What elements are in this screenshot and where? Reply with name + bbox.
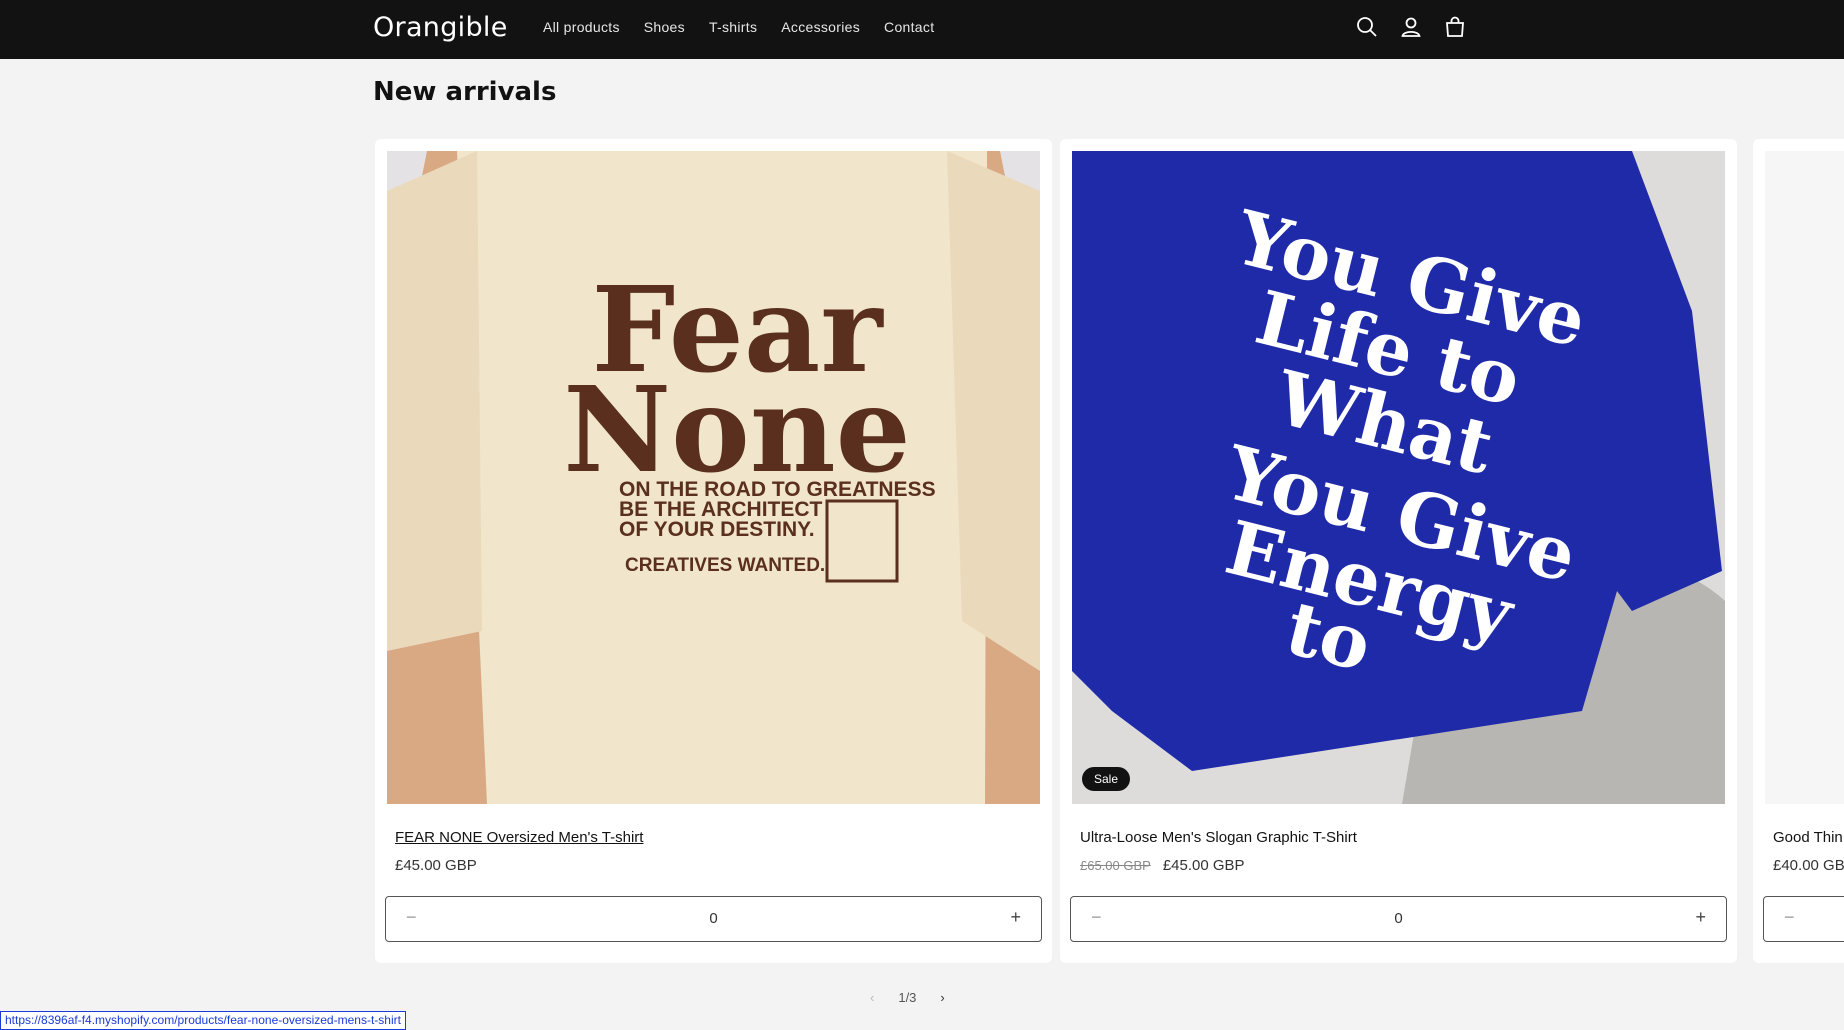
carousel-page-counter: 1/3 [898,990,917,1005]
quantity-stepper[interactable]: − 0 + [1070,896,1727,942]
product-title-link[interactable]: Good Thin [1773,829,1843,846]
product-card-1[interactable]: Fear None ON THE ROAD TO GREATNESS BE TH… [375,139,1052,963]
sale-badge: Sale [1082,767,1131,791]
quantity-increase-button[interactable]: + [1010,907,1021,928]
nav-all-products[interactable]: All products [543,19,620,35]
quantity-stepper[interactable]: − [1763,896,1844,942]
product-price: £65.00 GBP £45.00 GBP [1080,857,1245,874]
search-icon[interactable] [1355,15,1379,39]
section-title: New arrivals [373,77,557,107]
product-price-original: £65.00 GBP [1080,858,1151,873]
chevron-left-icon[interactable]: ‹ [870,990,874,1005]
carousel-pager: ‹ 1/3 › [870,990,945,1005]
nav-contact[interactable]: Contact [884,19,934,35]
quantity-increase-button[interactable]: + [1695,907,1706,928]
product-title-link[interactable]: Ultra-Loose Men's Slogan Graphic T-Shirt [1080,829,1357,846]
product-image-slogan-tee[interactable]: You Give Life to What You Give Energy to… [1072,151,1725,804]
header-icons [1355,15,1467,39]
quantity-value[interactable]: 0 [386,910,1041,927]
product-price: £45.00 GBP [395,857,477,874]
main-nav: All products Shoes T-shirts Accessories … [543,19,934,35]
account-icon[interactable] [1399,15,1423,39]
store-logo[interactable]: Orangible [373,12,508,43]
nav-t-shirts[interactable]: T-shirts [709,19,757,35]
nav-accessories[interactable]: Accessories [781,19,860,35]
product-card-2[interactable]: You Give Life to What You Give Energy to… [1060,139,1737,963]
product-price: £40.00 GB [1773,857,1844,874]
image-text-line-3: OF YOUR DESTINY. [619,518,815,541]
quantity-value[interactable]: 0 [1071,910,1726,927]
product-price-sale: £45.00 GBP [1162,857,1245,874]
product-price-current: £45.00 GBP [395,857,477,874]
quantity-decrease-button[interactable]: − [1784,907,1795,928]
product-price-current: £40.00 GB [1773,857,1844,874]
product-image-fear-none[interactable]: Fear None ON THE ROAD TO GREATNESS BE TH… [387,151,1040,804]
product-image-partial[interactable] [1765,151,1844,804]
chevron-right-icon[interactable]: › [940,990,944,1005]
site-header: Orangible All products Shoes T-shirts Ac… [0,0,1844,59]
nav-shoes[interactable]: Shoes [644,19,685,35]
image-text-line-4: CREATIVES WANTED. [625,555,825,576]
quantity-stepper[interactable]: − 0 + [385,896,1042,942]
product-card-3[interactable]: Good Thin £40.00 GB − [1753,139,1844,963]
product-carousel: Fear None ON THE ROAD TO GREATNESS BE TH… [375,139,1844,963]
cart-icon[interactable] [1443,15,1467,39]
product-title-link[interactable]: FEAR NONE Oversized Men's T-shirt [395,829,643,846]
browser-status-url: https://8396af-f4.myshopify.com/products… [0,1011,406,1030]
